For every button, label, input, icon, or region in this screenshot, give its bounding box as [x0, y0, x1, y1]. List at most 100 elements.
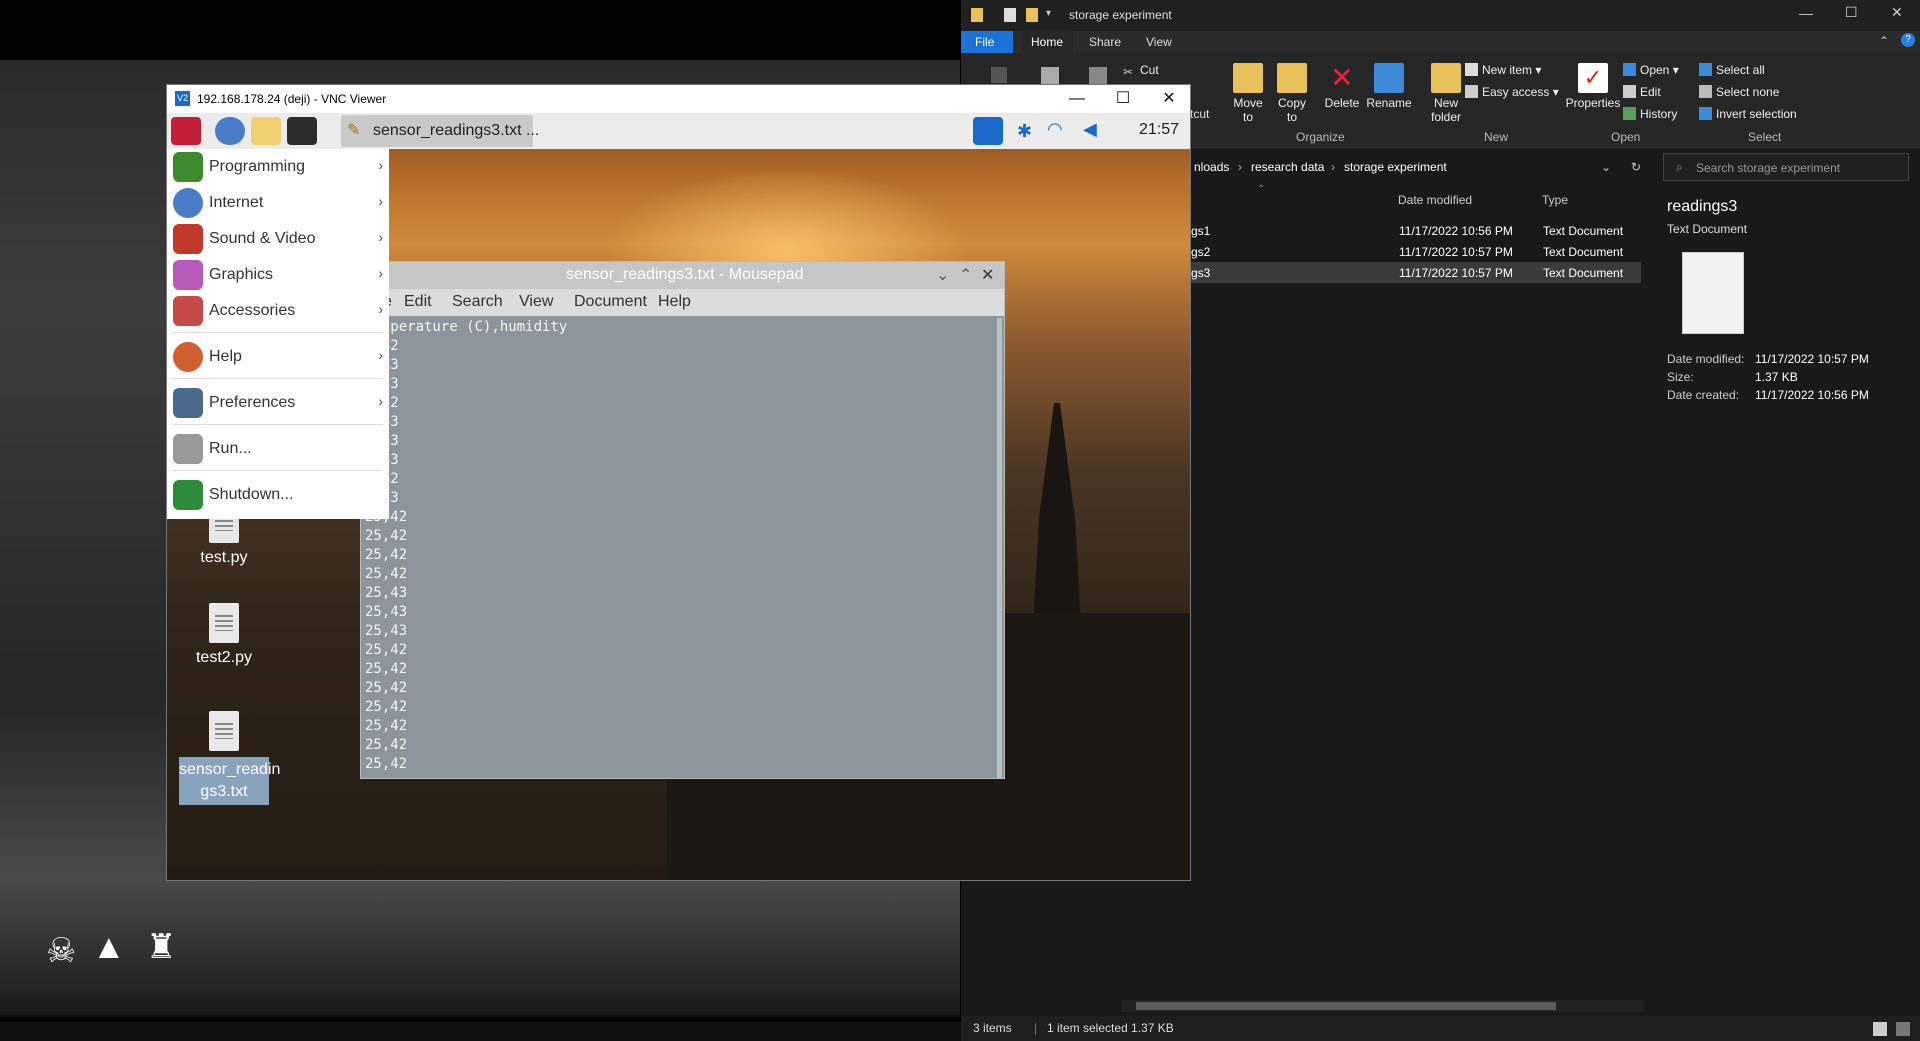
desktop-file-label: test2.py [195, 649, 253, 666]
menu-item-run[interactable]: Run... [167, 431, 389, 467]
menu-item-shutdown[interactable]: Shutdown... [167, 477, 389, 513]
menu-item-graphics[interactable]: Graphics › [167, 257, 389, 293]
column-date-modified[interactable]: Date modified [1398, 193, 1472, 207]
edit-icon [1623, 85, 1636, 98]
pin-icon[interactable] [991, 67, 1007, 83]
large-icons-view-icon[interactable] [1896, 1022, 1910, 1036]
menu-search[interactable]: Search [452, 293, 503, 311]
new-folder-quick-icon[interactable] [1026, 8, 1038, 22]
tab-share[interactable]: Share [1079, 31, 1131, 53]
status-divider: | [1034, 1021, 1038, 1035]
raspberry-icon[interactable] [171, 117, 201, 145]
invert-selection-button[interactable]: Invert selection [1699, 107, 1797, 121]
vnc-minimize-icon[interactable]: — [1055, 87, 1099, 111]
remote-taskbar: ✎ sensor_readings3.txt ... ✱ ◠ ◀ 21:57 [167, 113, 1190, 149]
collapse-ribbon-icon[interactable]: ⌃ [1879, 34, 1889, 48]
tab-home[interactable]: Home [1021, 31, 1074, 53]
menu-item-accessories[interactable]: Accessories › [167, 293, 389, 329]
menu-item-sound-video[interactable]: Sound & Video › [167, 221, 389, 257]
vnc-maximize-icon[interactable]: ☐ [1101, 87, 1145, 111]
desktop-file-test2-py[interactable]: test2.py [169, 603, 279, 667]
bluetooth-icon[interactable]: ✱ [1017, 121, 1032, 142]
menu-item-preferences[interactable]: Preferences › [167, 385, 389, 421]
new-folder-button[interactable]: New folder [1425, 63, 1467, 124]
menu-document[interactable]: Document [574, 293, 647, 311]
size-label: Size: [1667, 370, 1694, 384]
close-icon[interactable]: ✕ [1891, 4, 1903, 21]
mousepad-close-icon[interactable]: ✕ [981, 265, 994, 285]
customize-quick-access-icon[interactable]: ▾ [1046, 8, 1051, 19]
properties-quick-icon[interactable] [1004, 8, 1016, 22]
easy-access-button[interactable]: Easy access ▾ [1465, 85, 1559, 99]
file-manager-icon[interactable] [251, 117, 281, 145]
vnc-tray-icon[interactable] [973, 117, 1003, 145]
address-dropdown-icon[interactable]: ⌄ [1601, 160, 1611, 174]
history-icon [1623, 107, 1636, 120]
scissors-icon: ✂ [1123, 65, 1134, 79]
breadcrumb-storage-experiment[interactable]: storage experiment [1344, 160, 1447, 174]
delete-button[interactable]: ✕ Delete [1320, 63, 1364, 111]
mousepad-maximize-icon[interactable]: ⌃ [959, 265, 972, 285]
help-icon[interactable]: ? [1901, 33, 1915, 47]
paintbrush-icon [173, 260, 203, 290]
file-name: gs2 [1191, 245, 1211, 259]
chevron-right-icon: › [378, 301, 383, 317]
mousepad-minimize-icon[interactable]: ⌄ [936, 265, 949, 285]
volume-icon[interactable]: ◀ [1083, 119, 1097, 140]
refresh-icon[interactable]: ↻ [1631, 160, 1641, 174]
popcorn-icon [173, 224, 203, 254]
skull-icon[interactable]: ☠ [46, 934, 76, 968]
menu-item-label: Sound & Video [209, 230, 316, 247]
cut-button[interactable]: ✂ Cut [1123, 63, 1159, 79]
rename-icon [1374, 63, 1404, 93]
menu-view[interactable]: View [519, 293, 553, 311]
menu-item-help[interactable]: Help › [167, 339, 389, 375]
size-value: 1.37 KB [1755, 370, 1798, 384]
breadcrumb-research-data[interactable]: research data [1251, 160, 1324, 174]
menu-item-programming[interactable]: Programming › [167, 149, 389, 185]
desktop-file-sensor-readings3[interactable]: sensor_readin gs3.txt [169, 711, 280, 805]
tent-icon[interactable]: ▲ [92, 930, 126, 964]
maximize-icon[interactable]: ☐ [1845, 4, 1858, 21]
mousepad-text-area[interactable]: nperature (C),humidity ,42 ,43 ,43 ,42 ,… [365, 318, 995, 778]
menu-item-label: Preferences [209, 394, 296, 411]
invert-selection-icon [1699, 107, 1712, 120]
terminal-icon[interactable] [287, 117, 317, 145]
column-type[interactable]: Type [1542, 193, 1568, 207]
rename-button[interactable]: Rename [1364, 63, 1414, 110]
minimize-icon[interactable]: — [1799, 5, 1813, 21]
vnc-close-icon[interactable]: ✕ [1147, 87, 1190, 111]
details-view-icon[interactable] [1873, 1022, 1887, 1036]
menu-edit[interactable]: Edit [404, 293, 432, 311]
scrollbar-thumb[interactable] [1136, 1002, 1556, 1010]
properties-button[interactable]: ✓ Properties [1565, 63, 1621, 110]
copy-icon[interactable] [1041, 67, 1059, 85]
search-input[interactable]: ⌕ Search storage experiment [1663, 153, 1909, 181]
horizontal-scrollbar[interactable] [1122, 1000, 1644, 1012]
programming-icon [173, 152, 203, 182]
menu-help[interactable]: Help [658, 293, 691, 311]
menu-item-label: Run... [209, 440, 252, 457]
browser-icon[interactable] [215, 117, 245, 145]
open-button[interactable]: Open ▾ [1623, 63, 1679, 77]
taskbar-mousepad-button[interactable]: ✎ sensor_readings3.txt ... [341, 115, 539, 147]
chevron-right-icon: › [378, 157, 383, 173]
select-none-button[interactable]: Select none [1699, 85, 1779, 99]
new-item-button[interactable]: New item ▾ [1465, 63, 1541, 77]
wifi-icon[interactable]: ◠ [1047, 119, 1063, 140]
history-button[interactable]: History [1623, 107, 1677, 121]
tab-file[interactable]: File [961, 31, 1013, 53]
paste-icon[interactable] [1089, 67, 1107, 85]
tab-view[interactable]: View [1136, 31, 1182, 53]
menu-item-internet[interactable]: Internet › [167, 185, 389, 221]
copy-to-button[interactable]: Copy to [1272, 63, 1312, 124]
edit-button[interactable]: Edit [1623, 85, 1661, 99]
select-all-button[interactable]: Select all [1699, 63, 1765, 77]
shutdown-icon [173, 480, 203, 510]
file-type: Text Document [1543, 245, 1624, 259]
mousepad-scrollbar[interactable] [997, 318, 1002, 778]
new-item-icon [1465, 63, 1478, 76]
breadcrumb-downloads[interactable]: nloads [1194, 160, 1229, 174]
rocket-icon[interactable]: ♜ [146, 930, 176, 964]
move-to-button[interactable]: Move to [1228, 63, 1268, 124]
